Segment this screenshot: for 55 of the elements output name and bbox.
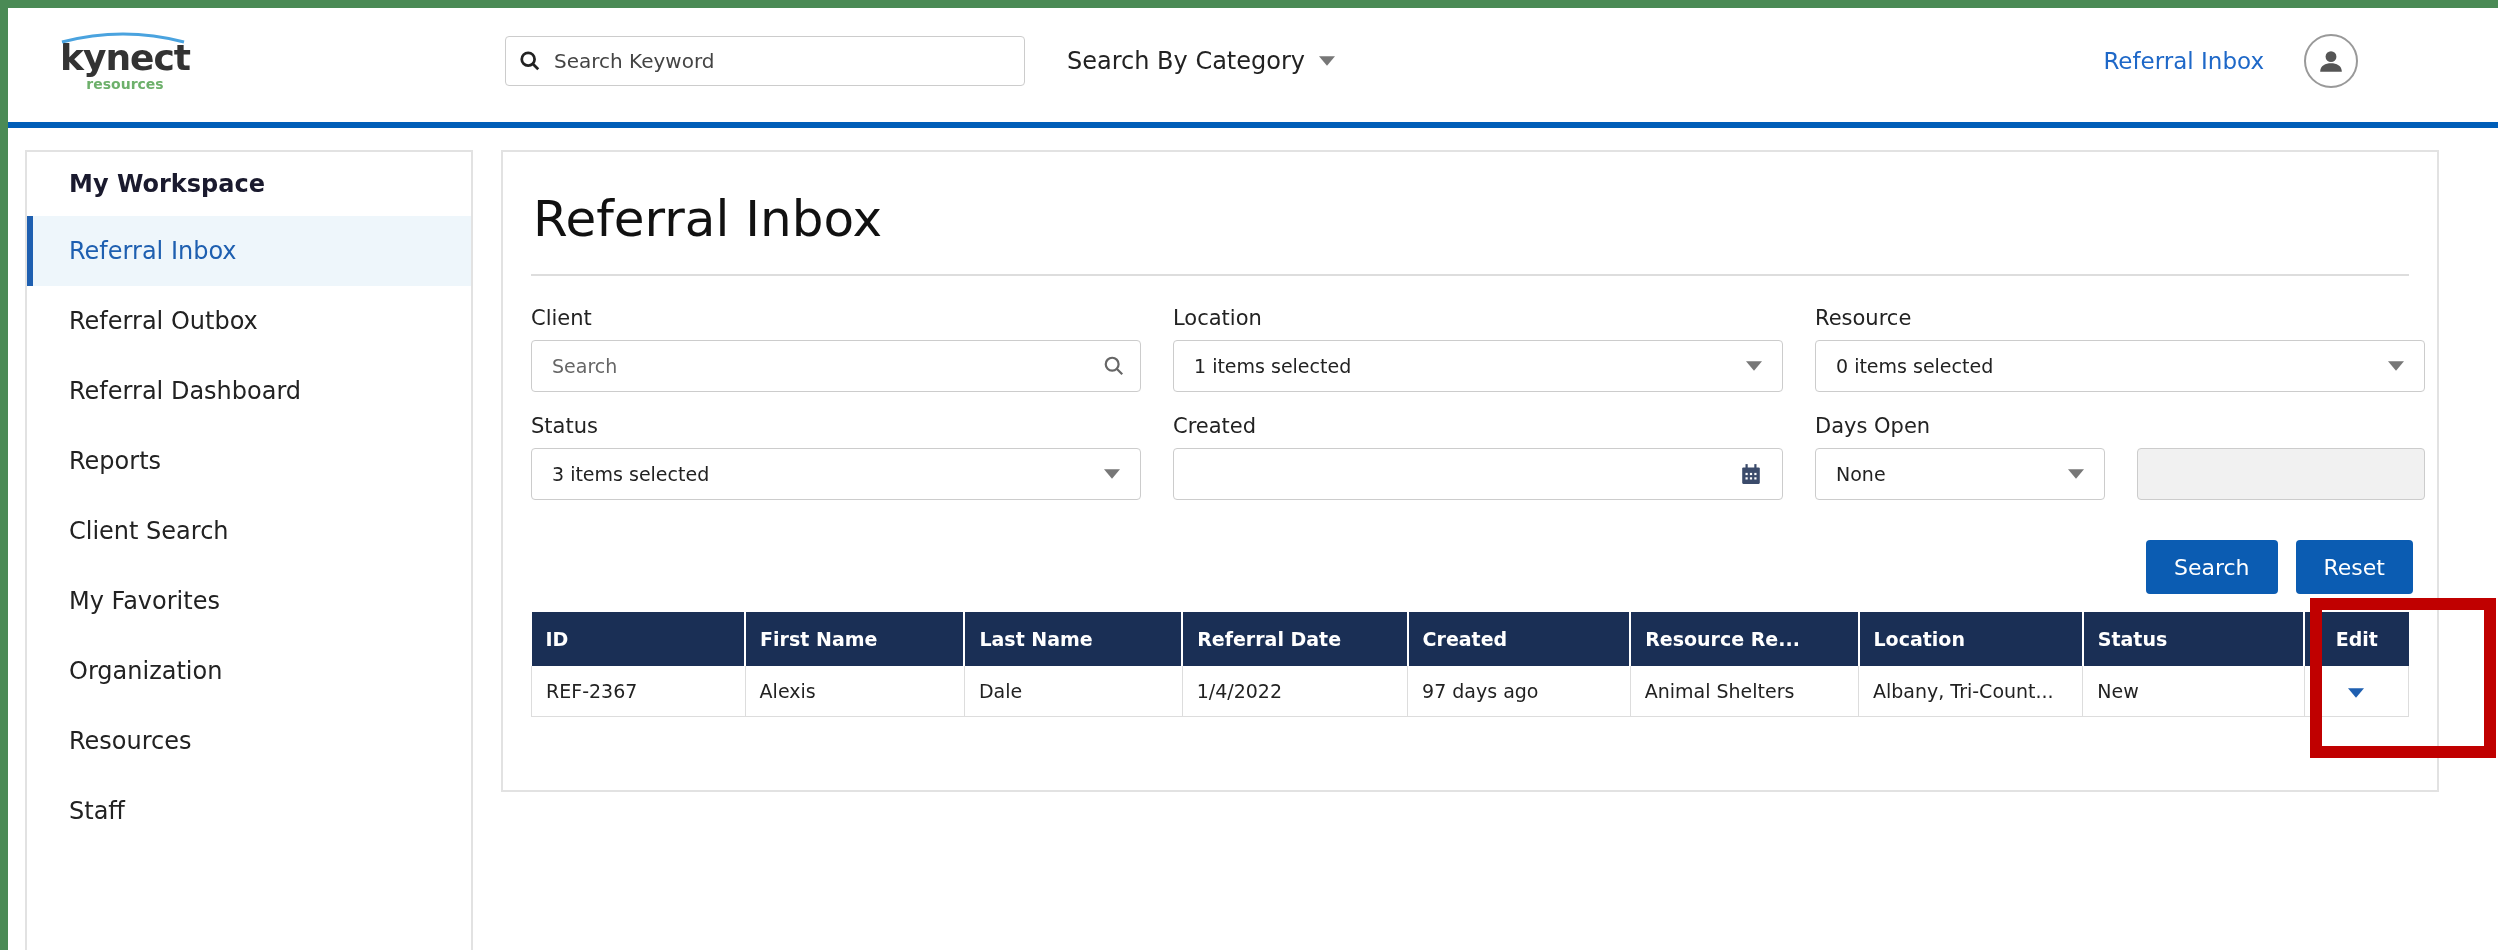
caret-icon <box>2068 469 2084 479</box>
category-dropdown[interactable]: Search By Category <box>1067 47 1335 75</box>
table-cell: Animal Shelters <box>1630 666 1859 717</box>
caret-icon[interactable] <box>2348 688 2365 698</box>
action-button[interactable]: Search <box>2145 540 2278 594</box>
dropdown[interactable]: 0 items selected <box>1815 340 2425 392</box>
column-header[interactable]: Created <box>1407 612 1631 666</box>
caret-icon <box>1746 361 1762 371</box>
caret-icon <box>1104 469 1120 479</box>
table-cell: Alexis <box>745 666 965 717</box>
sidebar-title: My Workspace <box>68 169 266 200</box>
table-cell: 97 days ago <box>1407 666 1631 717</box>
column-header[interactable]: Last Name <box>964 612 1183 666</box>
field-label: Status <box>531 414 599 438</box>
sidebar-item[interactable]: Reports <box>27 426 471 496</box>
user-avatar-icon[interactable] <box>2304 34 2358 88</box>
dropdown[interactable]: 3 items selected <box>531 448 1141 500</box>
field-label: Location <box>1173 306 1263 330</box>
sidebar-item[interactable]: Staff <box>27 776 471 846</box>
column-header[interactable]: First Name <box>745 612 965 666</box>
search-field[interactable]: Search Keyword <box>505 36 1025 86</box>
table-cell: 1/4/2022 <box>1182 666 1408 717</box>
sidebar-item[interactable]: Client Search <box>27 496 471 566</box>
search-icon <box>519 50 541 72</box>
field-label: Created <box>1173 414 1258 438</box>
column-header[interactable]: ID <box>531 612 746 666</box>
nav-link[interactable]: Referral Inbox <box>2103 48 2264 74</box>
sidebar-item[interactable]: Referral Outbox <box>27 286 471 356</box>
sidebar-item[interactable]: My Favorites <box>27 566 471 636</box>
field-label: Days Open <box>1815 414 1932 438</box>
caret-icon <box>1319 56 1335 66</box>
field-label: Resource <box>1815 306 1913 330</box>
column-header[interactable]: Location <box>1858 612 2083 666</box>
search-field[interactable]: Search <box>531 340 1141 392</box>
action-button[interactable]: Reset <box>2295 540 2413 594</box>
caret-icon <box>2388 361 2404 371</box>
sidebar-item[interactable]: Organization <box>27 636 471 706</box>
calendar-icon <box>1740 463 1762 485</box>
field-label: Client <box>531 306 593 330</box>
table-cell: New <box>2082 666 2304 717</box>
column-header[interactable]: Referral Date <box>1182 612 1408 666</box>
table-cell: REF-2367 <box>531 666 746 717</box>
sidebar-item[interactable]: Referral Inbox <box>27 216 471 286</box>
table-cell: Albany, Tri-Count... <box>1858 666 2083 717</box>
date-field[interactable] <box>1173 448 1783 500</box>
logo[interactable]: kynect resources <box>50 30 200 92</box>
dropdown[interactable]: None <box>1815 448 2105 500</box>
column-header[interactable]: Resource Re... <box>1630 612 1859 666</box>
sidebar-item[interactable]: Referral Dashboard <box>27 356 471 426</box>
table-cell: Dale <box>964 666 1183 717</box>
page-title: Referral Inbox <box>531 176 2409 276</box>
dropdown[interactable]: 1 items selected <box>1173 340 1783 392</box>
search-icon <box>1103 355 1125 377</box>
column-header[interactable]: Status <box>2082 612 2304 666</box>
sidebar-item[interactable]: Resources <box>27 706 471 776</box>
